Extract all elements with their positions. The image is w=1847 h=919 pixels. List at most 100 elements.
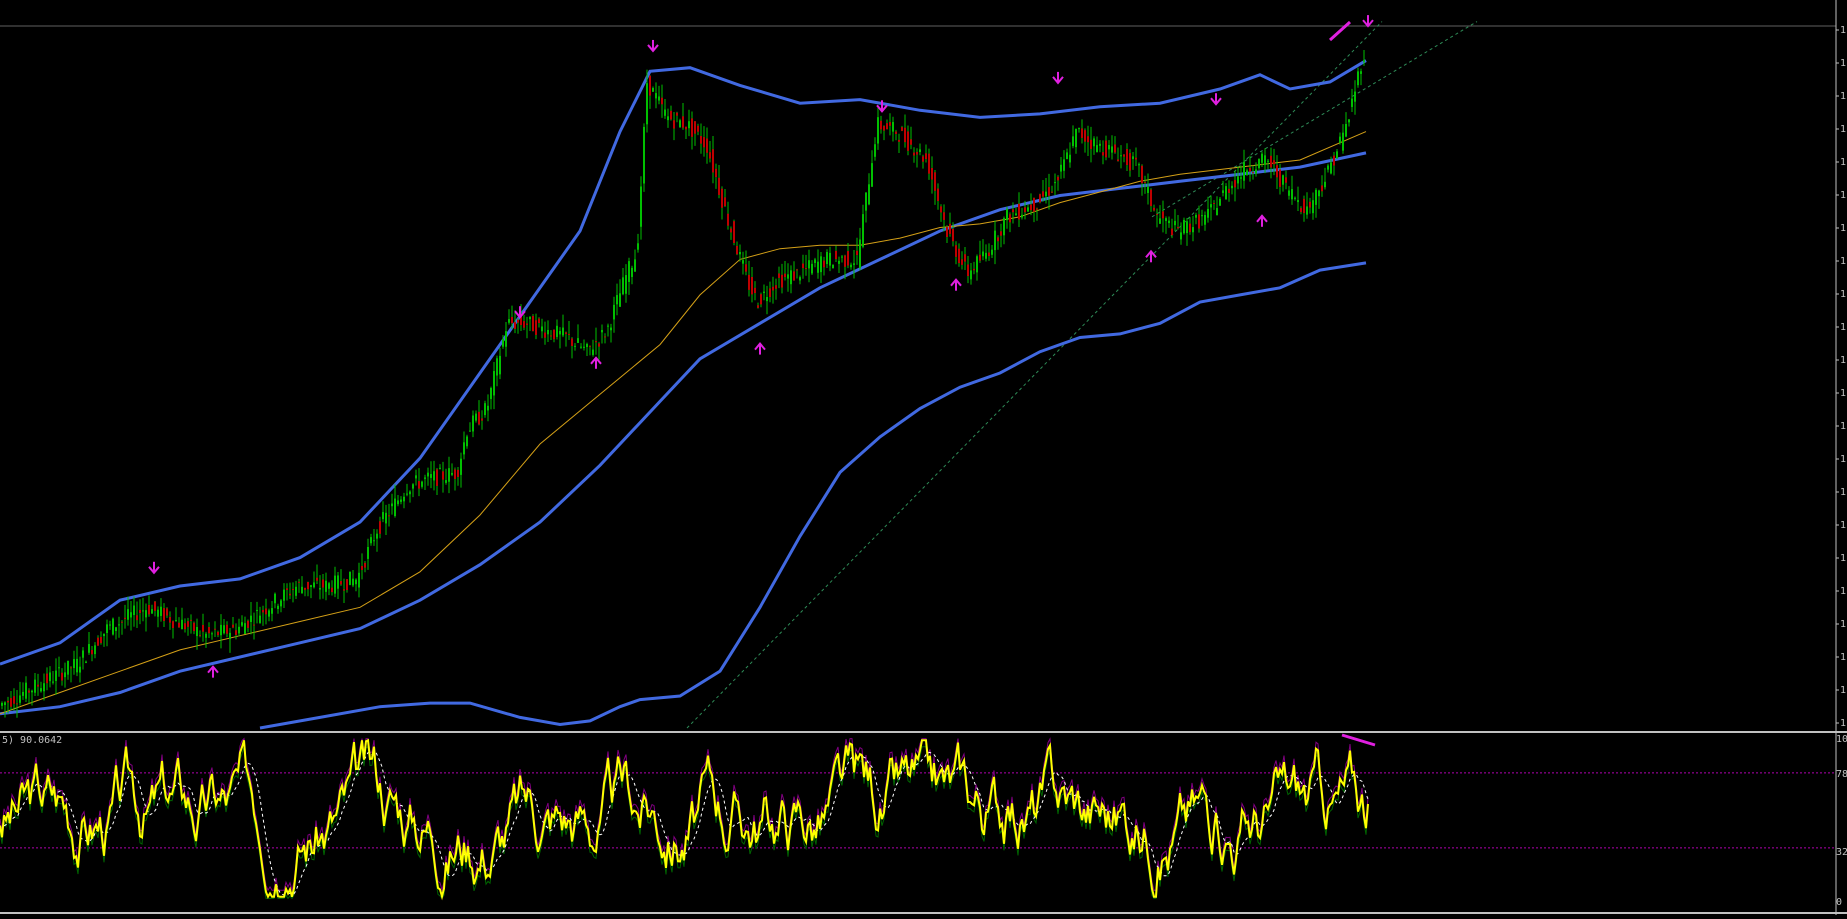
trading-chart[interactable]: 1111111111111111111111 5) 90.0642 78 32 …	[0, 0, 1847, 915]
candle-body	[1270, 155, 1272, 168]
candle-body	[511, 316, 513, 324]
candle-body	[667, 116, 669, 121]
candle-body	[841, 256, 843, 258]
candle-body	[1141, 165, 1143, 184]
candle-body	[574, 345, 576, 347]
candle-body	[535, 320, 537, 335]
candle-body	[943, 212, 945, 220]
candle-body	[1012, 209, 1014, 213]
candle-body	[1288, 190, 1290, 196]
candle-body	[1306, 206, 1308, 215]
candle-body	[973, 268, 975, 271]
candle-body	[217, 631, 219, 636]
indicator-label: 5) 90.0642	[2, 735, 62, 746]
candle-body	[1246, 170, 1248, 176]
candle-body	[220, 624, 222, 636]
price-tick-label: 1	[1840, 388, 1846, 399]
chart-canvas[interactable]: 1111111111111111111111 5) 90.0642 78 32 …	[0, 0, 1847, 915]
candle-body	[1228, 188, 1230, 193]
candle-body	[775, 285, 777, 289]
price-tick-label: 1	[1840, 553, 1846, 564]
candle-body	[445, 480, 447, 483]
candle-body	[37, 684, 39, 687]
candle-body	[652, 88, 654, 92]
candle-body	[280, 600, 282, 607]
oscillator-aux-line	[0, 746, 1369, 900]
candle-body	[706, 138, 708, 153]
candle-body	[988, 252, 990, 257]
candle-body	[514, 322, 516, 329]
candle-body	[79, 666, 81, 673]
candle-body	[10, 698, 12, 707]
price-pane[interactable]	[0, 15, 1836, 747]
candle-body	[373, 540, 375, 542]
candle-body	[466, 436, 468, 447]
candle-body	[799, 277, 801, 281]
candle-body	[991, 249, 993, 255]
candle-body	[451, 472, 453, 475]
candle-body	[1273, 160, 1275, 165]
candle-body	[976, 256, 978, 273]
candle-body	[145, 610, 147, 618]
candle-body	[769, 288, 771, 297]
candle-body	[472, 415, 474, 432]
price-tick-label: 1	[1840, 256, 1846, 267]
candle-body	[838, 260, 840, 264]
candle-body	[1351, 98, 1353, 107]
candle-body	[1264, 155, 1266, 165]
candle-body	[148, 605, 150, 615]
candle-body	[919, 149, 921, 153]
candle-body	[175, 620, 177, 622]
candle-body	[463, 442, 465, 455]
candle-body	[523, 321, 525, 328]
candle-body	[631, 267, 633, 277]
candle-body	[994, 230, 996, 251]
candle-body	[655, 93, 657, 99]
candle-body	[670, 110, 672, 120]
candle-body	[325, 580, 327, 592]
fractal-down-arrow	[1362, 15, 1374, 28]
candle-body	[232, 624, 234, 628]
candle-body	[1291, 189, 1293, 200]
candle-body	[307, 582, 309, 590]
candle-body	[289, 593, 291, 596]
candle-body	[931, 167, 933, 180]
candle-body	[787, 274, 789, 279]
price-tick-label: 1	[1840, 91, 1846, 102]
candle-body	[82, 650, 84, 658]
candle-body	[790, 270, 792, 285]
candle-body	[1360, 71, 1362, 74]
fractal-down-arrow	[1052, 71, 1064, 85]
candle-body	[1015, 213, 1017, 216]
candle-body	[229, 632, 231, 639]
candle-body	[448, 468, 450, 482]
candle-body	[871, 163, 873, 187]
candle-body	[508, 319, 510, 323]
candle-body	[577, 338, 579, 343]
fractal-up-arrow	[950, 278, 962, 291]
candle-body	[454, 469, 456, 479]
candle-body	[1276, 165, 1278, 178]
oscillator-pane[interactable]	[0, 737, 1836, 901]
candle-body	[364, 562, 366, 568]
candle-body	[784, 273, 786, 278]
candle-body	[349, 571, 351, 585]
candle-body	[1060, 164, 1062, 172]
candle-body	[904, 127, 906, 143]
candle-body	[541, 326, 543, 332]
candle-body	[46, 673, 48, 684]
candle-body	[688, 121, 690, 129]
candle-body	[949, 223, 951, 234]
candle-body	[1156, 213, 1158, 215]
candle-body	[1030, 204, 1032, 211]
candle-body	[1303, 198, 1305, 214]
candle-body	[754, 287, 756, 294]
candle-body	[925, 153, 927, 159]
candle-body	[385, 512, 387, 524]
candle-body	[1090, 139, 1092, 149]
candle-body	[907, 131, 909, 151]
candle-body	[859, 239, 861, 268]
candle-body	[13, 696, 15, 704]
price-tick-label: 1	[1840, 124, 1846, 135]
candle-body	[67, 660, 69, 675]
